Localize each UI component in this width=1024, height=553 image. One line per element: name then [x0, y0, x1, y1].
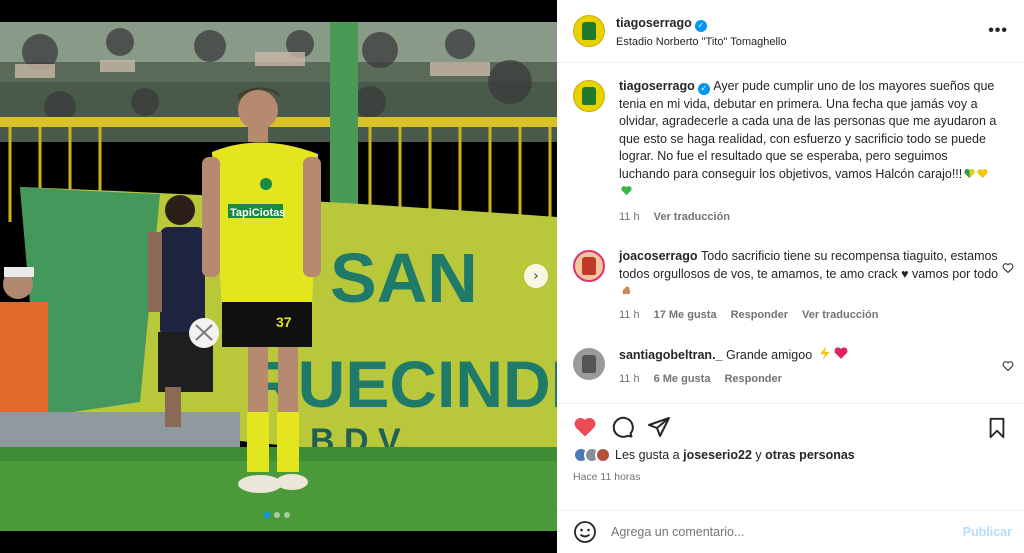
commenter-avatar[interactable]: [573, 348, 605, 380]
shirt-number: 37: [276, 314, 292, 330]
flexed-biceps-emoji-icon: [622, 286, 631, 295]
liker-username[interactable]: joseserio22: [683, 448, 752, 462]
comment-reply-link[interactable]: Responder: [724, 371, 781, 389]
comment-like-heart-icon[interactable]: [1002, 262, 1014, 274]
green-heart-emoji-icon: [964, 168, 975, 178]
shirt-sponsor: TapiCiotas: [230, 207, 285, 219]
comment-time[interactable]: 11 h: [619, 371, 640, 389]
post-header: tiagoserrago ✓ Estadio Norberto "Tito" To…: [557, 0, 1024, 63]
comment-input[interactable]: [611, 525, 941, 539]
verified-badge-icon: ✓: [697, 83, 710, 95]
author-username[interactable]: tiagoserrago: [616, 16, 692, 30]
post-actions: Les gusta a joseserio22 y otras personas…: [557, 403, 1024, 493]
comment-icon[interactable]: [610, 415, 634, 439]
slide-indicator: [264, 512, 290, 518]
more-options-icon[interactable]: •••: [988, 22, 1008, 40]
author-avatar[interactable]: [573, 15, 605, 47]
comment-like-heart-icon[interactable]: [1002, 360, 1014, 372]
next-slide-button[interactable]: ›: [524, 264, 548, 288]
post-timestamp[interactable]: Hace 11 horas: [557, 463, 1024, 483]
verified-badge-icon: ✓: [694, 20, 707, 32]
caption-text: Ayer pude cumplir uno de los mayores sue…: [619, 79, 997, 181]
commenter-username[interactable]: santiagobeltran._: [619, 348, 723, 362]
other-likers-link[interactable]: otras personas: [765, 448, 855, 462]
comment-reply-link[interactable]: Responder: [731, 307, 788, 325]
caption-translate-link[interactable]: Ver traducción: [654, 209, 730, 227]
comment-time[interactable]: 11 h: [619, 307, 640, 325]
slide-dot-1: [264, 512, 270, 518]
commenter-username[interactable]: joacoserrago: [619, 249, 698, 263]
likes-prefix: Les gusta a: [615, 448, 680, 462]
yellow-heart-emoji-icon: [977, 168, 988, 178]
save-bookmark-icon[interactable]: [986, 417, 1008, 439]
comment-row: joacoserrago Todo sacrificio tiene su re…: [557, 248, 1024, 324]
comment-row: santiagobeltran._ Grande amigoo 11 h 6 M…: [557, 346, 1024, 388]
caption-avatar[interactable]: [573, 80, 605, 112]
comment-composer: Publicar: [557, 510, 1024, 553]
comment-likes-count[interactable]: 17 Me gusta: [654, 307, 717, 325]
comment-text: Grande amigoo: [725, 348, 813, 362]
commenter-avatar[interactable]: [573, 250, 605, 282]
post-location[interactable]: Estadio Norberto "Tito" Tomaghello: [616, 36, 786, 48]
comment-translate-link[interactable]: Ver traducción: [802, 307, 878, 325]
post-photo[interactable]: SAN RUECINDI B.D.V. TapiCiotas 37: [0, 22, 557, 531]
red-heart-emoji-icon: [834, 347, 848, 359]
comments-list: tiagoserrago ✓ Ayer pude cumplir uno de l…: [557, 78, 1024, 403]
caption-username[interactable]: tiagoserrago: [619, 79, 695, 93]
comment-likes-count[interactable]: 6 Me gusta: [654, 371, 711, 389]
liked-heart-icon[interactable]: [573, 415, 597, 439]
share-paper-plane-icon[interactable]: [647, 415, 671, 439]
likes-summary: Les gusta a joseserio22 y otras personas: [557, 439, 1024, 463]
slide-dot-3: [284, 512, 290, 518]
likes-joiner: y: [755, 448, 762, 462]
instagram-post-modal: SAN RUECINDI B.D.V. TapiCiotas 37 › tiag…: [0, 0, 1024, 553]
caption-row: tiagoserrago ✓ Ayer pude cumplir uno de l…: [557, 78, 1024, 226]
lightning-emoji-icon: [819, 346, 830, 360]
green-heart-emoji-icon: [621, 186, 632, 196]
post-side-panel: tiagoserrago ✓ Estadio Norberto "Tito" To…: [557, 0, 1024, 553]
post-media: SAN RUECINDI B.D.V. TapiCiotas 37 ›: [0, 0, 557, 553]
liker-avatar: [595, 447, 611, 463]
banner-text-1: SAN: [330, 239, 478, 317]
caption-time[interactable]: 11 h: [619, 209, 640, 227]
publish-button[interactable]: Publicar: [963, 525, 1012, 539]
emoji-picker-icon[interactable]: [573, 520, 597, 544]
slide-dot-2: [274, 512, 280, 518]
